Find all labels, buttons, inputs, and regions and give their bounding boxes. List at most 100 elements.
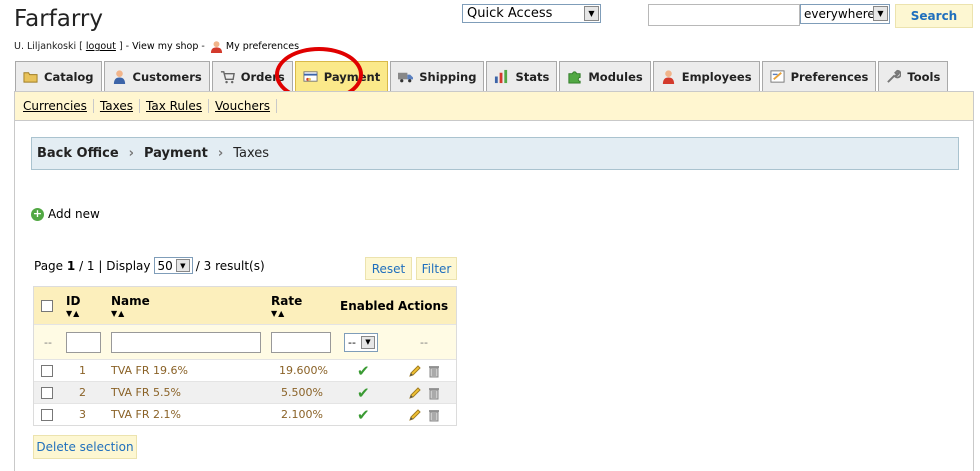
pagination-info: Page 1 / 1 | Display 50 ▼ / 3 result(s) — [34, 257, 265, 274]
tab-tools[interactable]: Tools — [878, 61, 949, 91]
search-input[interactable] — [648, 4, 800, 26]
tab-catalog[interactable]: Catalog — [15, 61, 102, 91]
tab-customers[interactable]: Customers — [103, 61, 210, 91]
tab-orders[interactable]: Orders — [211, 61, 293, 91]
page-number: 1 — [66, 258, 76, 273]
add-icon: + — [31, 206, 44, 221]
chevron-down-icon: ▼ — [175, 259, 190, 272]
select-all-checkbox[interactable] — [41, 299, 53, 312]
enabled-check-icon[interactable]: ✔ — [357, 360, 370, 381]
breadcrumb: Back Office › Payment › Taxes — [31, 137, 959, 170]
tab-label: Payment — [323, 69, 381, 84]
display-count-value: 50 — [157, 258, 173, 273]
filter-id-input[interactable] — [66, 331, 101, 353]
chevron-right-icon: › — [217, 146, 224, 161]
tab-label: Tools — [907, 69, 941, 84]
sort-arrows-icon[interactable]: ▼▲ — [271, 309, 285, 318]
edit-icon[interactable] — [408, 364, 422, 378]
wrench-icon — [887, 69, 902, 83]
tab-employees[interactable]: Employees — [652, 61, 760, 91]
row-rate: 5.500% — [281, 386, 323, 399]
delete-icon[interactable] — [428, 364, 440, 378]
chevron-right-icon: › — [128, 146, 134, 161]
logout-link[interactable]: logout — [86, 41, 116, 52]
delete-icon[interactable] — [428, 386, 440, 400]
tab-payment[interactable]: Payment — [294, 61, 389, 91]
my-preferences-link[interactable]: My preferences — [226, 41, 299, 52]
filter-rate-input[interactable] — [271, 331, 331, 353]
row-id: 3 — [79, 408, 86, 421]
add-new-link[interactable]: + Add new — [31, 207, 100, 221]
filter-enabled-value: -- — [348, 335, 356, 349]
enabled-check-icon[interactable]: ✔ — [357, 382, 370, 403]
table-row[interactable]: 1 TVA FR 19.6% 19.600% ✔ — [34, 359, 456, 381]
user-bar: U. Liljankoski [ logout ] - View my shop… — [14, 41, 300, 53]
display-count-select[interactable]: 50 ▼ — [153, 257, 193, 274]
enabled-check-icon[interactable]: ✔ — [357, 404, 370, 425]
filter-button[interactable]: Filter — [416, 257, 457, 280]
display-label: Display — [106, 258, 151, 273]
search-button[interactable]: Search — [895, 4, 973, 28]
sort-arrows-icon[interactable]: ▼▲ — [111, 309, 125, 318]
col-enabled: Enabled — [340, 298, 395, 313]
subtabs-bar: Currencies Taxes Tax Rules Vouchers — [14, 91, 974, 121]
user-icon — [210, 41, 222, 53]
row-name: TVA FR 19.6% — [111, 364, 188, 377]
main-content: Back Office › Payment › Taxes + Add new … — [14, 121, 974, 471]
quick-access-label: Quick Access — [467, 6, 553, 21]
tab-modules[interactable]: Modules — [559, 61, 651, 91]
edit-icon[interactable] — [408, 386, 422, 400]
taxes-table: ID ▼▲ Name ▼▲ Rate ▼▲ Enabled Actions --… — [33, 286, 457, 426]
row-rate: 2.100% — [281, 408, 323, 421]
tab-label: Orders — [240, 69, 285, 84]
row-id: 1 — [79, 364, 86, 377]
row-checkbox[interactable] — [41, 364, 53, 377]
breadcrumb-current: Taxes — [233, 146, 270, 161]
subtab-taxes[interactable]: Taxes — [94, 99, 141, 113]
filter-enabled-select[interactable]: -- ▼ — [344, 332, 378, 352]
main-tabs: Catalog Customers Orders Payment Shippin… — [15, 61, 950, 91]
search-scope-value: everywhere — [804, 7, 875, 21]
filter-placeholder: -- — [44, 335, 52, 349]
filter-row: -- -- ▼ -- — [34, 324, 456, 359]
delete-selection-button[interactable]: Delete selection — [33, 435, 137, 459]
chart-icon — [495, 69, 508, 84]
chevron-down-icon: ▼ — [584, 6, 599, 21]
tab-label: Preferences — [790, 69, 869, 84]
folder-icon — [23, 72, 38, 83]
tab-shipping[interactable]: Shipping — [390, 61, 485, 91]
subtab-tax-rules[interactable]: Tax Rules — [140, 99, 210, 113]
puzzle-icon — [568, 71, 581, 84]
row-checkbox[interactable] — [41, 386, 53, 399]
filter-name-input[interactable] — [111, 331, 261, 353]
breadcrumb-root[interactable]: Back Office — [37, 146, 119, 161]
user-name: U. Liljankoski — [14, 41, 77, 52]
tab-stats[interactable]: Stats — [486, 61, 558, 91]
table-row[interactable]: 3 TVA FR 2.1% 2.100% ✔ — [34, 403, 456, 425]
quick-access-select[interactable]: Quick Access ▼ — [462, 4, 601, 23]
reset-button[interactable]: Reset — [365, 257, 412, 280]
col-rate: Rate — [271, 293, 303, 308]
search-scope-select[interactable]: everywhere ▼ — [800, 4, 890, 24]
actions-filter-placeholder: -- — [420, 335, 428, 349]
truck-icon — [398, 72, 414, 83]
view-shop-link[interactable]: View my shop — [132, 41, 198, 52]
preferences-icon — [770, 70, 785, 83]
sort-arrows-icon[interactable]: ▼▲ — [66, 309, 80, 318]
result-count: / 3 result(s) — [195, 258, 265, 273]
subtab-currencies[interactable]: Currencies — [23, 99, 94, 113]
page-total: / 1 | — [79, 258, 103, 273]
breadcrumb-section[interactable]: Payment — [144, 146, 208, 161]
table-row[interactable]: 2 TVA FR 5.5% 5.500% ✔ — [34, 381, 456, 403]
add-new-label: Add new — [48, 207, 100, 221]
page-prefix: Page — [34, 258, 64, 273]
tab-label: Stats — [515, 69, 550, 84]
row-id: 2 — [79, 386, 86, 399]
customer-icon — [113, 70, 125, 84]
subtab-vouchers[interactable]: Vouchers — [209, 99, 278, 113]
edit-icon[interactable] — [408, 408, 422, 422]
delete-icon[interactable] — [428, 408, 440, 422]
row-checkbox[interactable] — [41, 408, 53, 421]
tab-preferences[interactable]: Preferences — [761, 61, 877, 91]
chevron-down-icon: ▼ — [873, 6, 888, 21]
